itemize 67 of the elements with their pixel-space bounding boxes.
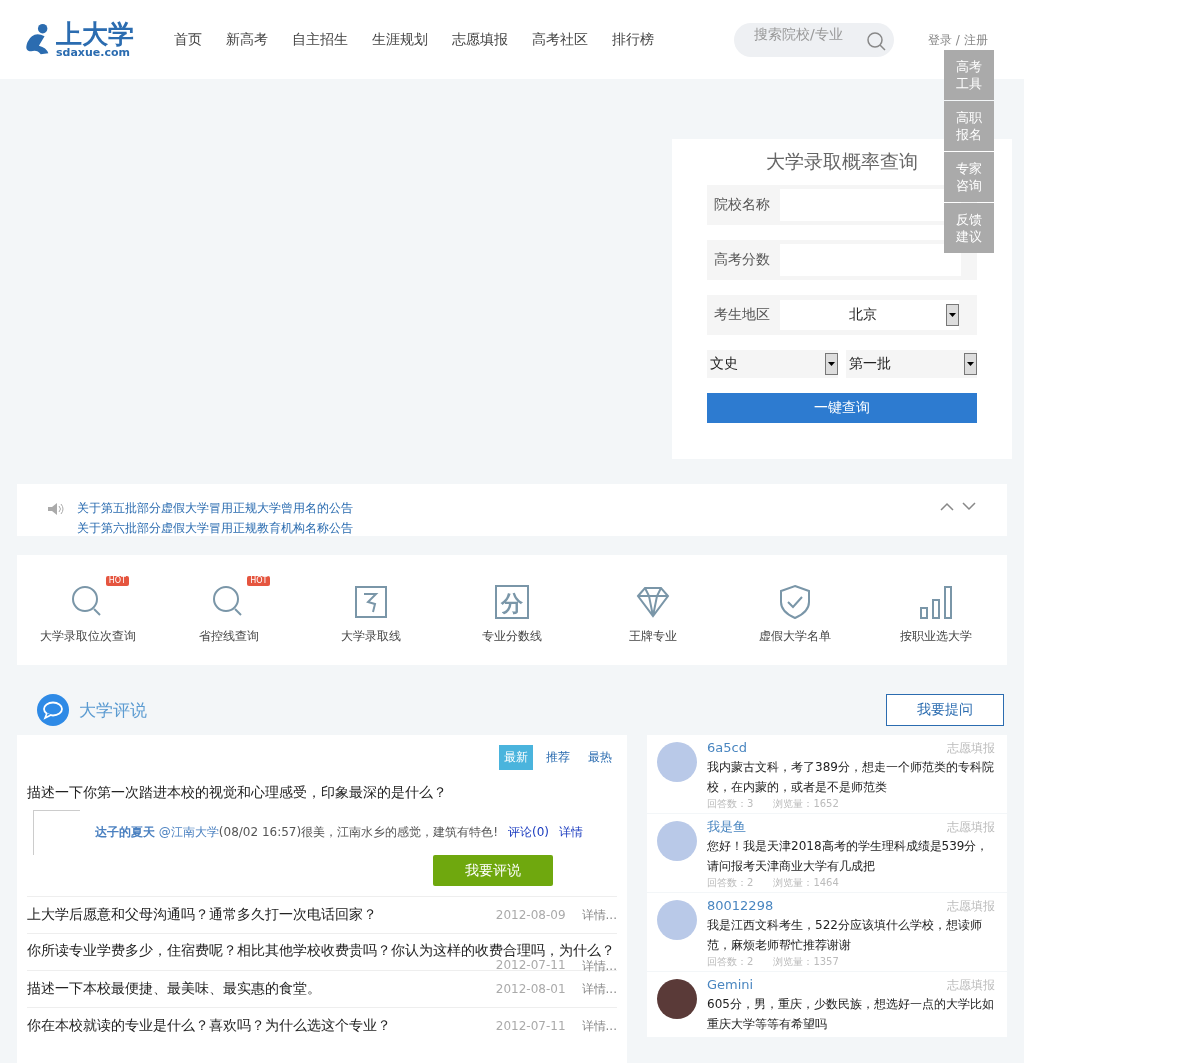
field-label: 院校名称 xyxy=(714,196,771,214)
category-label: 志愿填报 xyxy=(947,819,995,836)
nav-link[interactable]: 高考社区 xyxy=(532,30,588,49)
view-count: 浏览量：1357 xyxy=(773,955,839,968)
question-text: 您好！我是天津2018高考的学生理科成绩是539分，请问报考天津商业大学有几成把 xyxy=(707,838,990,875)
search-field[interactable]: 搜索院校/专业 xyxy=(734,22,894,57)
category-label: 志愿填报 xyxy=(947,898,995,915)
logo-url: sdaxue.com xyxy=(56,47,130,58)
sort-tab[interactable]: 推荐 xyxy=(541,745,575,770)
tool-button[interactable]: 大学录取线 xyxy=(310,575,431,645)
nav-link[interactable]: 志愿填报 xyxy=(452,30,508,49)
category-label: 志愿填报 xyxy=(947,977,995,994)
date-text: 2012-08-01 xyxy=(495,982,566,996)
question-link[interactable]: 你所读专业学费多少，住宿费呢？相比其他学校收费贵吗？你认为这样的收费合理吗，为什么？ xyxy=(27,942,615,958)
date-text: 2012-08-09 xyxy=(495,908,566,922)
details-link[interactable]: 详情... xyxy=(581,1017,617,1035)
question-text: 605分，男，重庆，少数民族，想选好一点的大学比如重庆大学等等有希望吗 xyxy=(707,996,995,1033)
logo-text: 上大学 xyxy=(56,21,134,47)
username-link[interactable]: Gemini xyxy=(707,977,754,994)
tool-button[interactable]: 王牌专业 xyxy=(593,575,714,645)
nav-link[interactable]: 自主招生 xyxy=(292,30,348,49)
hot-badge: HOT xyxy=(105,575,129,586)
notice-link[interactable]: 关于第五批部分虚假大学冒用正规大学曾用名的公告 xyxy=(77,500,939,517)
details-link[interactable]: 详情... xyxy=(581,906,617,924)
username-link[interactable]: 80012298 xyxy=(707,898,774,915)
reply-text: 达子的夏天 @江南大学(08/02 16:57)很美，江南水乡的感觉，建筑有特色! xyxy=(95,824,498,841)
nav-link[interactable]: 新高考 xyxy=(226,30,268,49)
tool-button[interactable]: 按职业选大学 xyxy=(876,575,997,645)
username-link[interactable]: 我是鱼 xyxy=(707,819,746,836)
section-title: 大学评说 xyxy=(79,698,148,722)
dropdown[interactable]: 北京 xyxy=(780,300,959,330)
login-link[interactable]: 登录 / 注册 xyxy=(928,32,988,49)
question-text: 我内蒙古文科，考了389分，想走一个师范类的专科院校，在内蒙的，或者是不是师范类 xyxy=(707,759,995,796)
score-square-icon: 分 xyxy=(493,583,530,620)
details-link[interactable]: 详情... xyxy=(581,980,617,998)
category-label: 志愿填报 xyxy=(947,740,995,757)
nav-link[interactable]: 生涯规划 xyxy=(372,30,428,49)
comments-link[interactable]: 评论(0) xyxy=(508,824,549,841)
date-text: 2012-07-11 xyxy=(495,1019,566,1033)
view-count: 浏览量：1464 xyxy=(773,876,839,889)
nav-link[interactable]: 首页 xyxy=(174,30,202,49)
nav-link[interactable]: 排行榜 xyxy=(612,30,654,49)
field-label: 考生地区 xyxy=(714,306,771,324)
question-text: 描述一下你第一次踏进本校的视觉和心理感受，印象最深的是什么？ xyxy=(27,784,448,802)
hot-badge: HOT xyxy=(247,575,271,586)
ask-question-button[interactable]: 我要提问 xyxy=(886,694,1004,726)
details-link[interactable]: 详情... xyxy=(581,958,617,970)
tool-button[interactable]: 虚假大学名单 xyxy=(734,575,855,645)
question-link[interactable]: 你在本校就读的专业是什么？喜欢吗？为什么选这个专业？ xyxy=(27,1017,391,1035)
notice-link[interactable]: 关于第六批部分虚假大学冒用正规教育机构名称公告 xyxy=(77,520,939,536)
dropdown[interactable]: 第一批 xyxy=(846,350,977,378)
question-link[interactable]: 上大学后愿意和父母沟通吗？通常多久打一次电话回家？ xyxy=(27,906,377,924)
tool-button[interactable]: HOT 省控线查询 xyxy=(169,575,290,645)
dropdown[interactable]: 文史 xyxy=(707,350,838,378)
view-count: 浏览量：1652 xyxy=(773,797,839,810)
tool-button[interactable]: HOT 大学录取位次查询 xyxy=(27,575,148,645)
date-text: 2012-07-11 xyxy=(495,958,566,970)
question-text: 我是江西文科考生，522分应该填什么学校，想读师范，麻烦老师帮忙推荐谢谢 xyxy=(707,917,983,954)
field-label: 高考分数 xyxy=(714,251,771,269)
card-title: 大学录取概率查询 xyxy=(766,149,918,174)
tool-button[interactable]: 分 专业分数线 xyxy=(451,575,572,645)
sort-tab[interactable]: 最热 xyxy=(583,745,617,770)
question-link[interactable]: 描述一下本校最便捷、最美味、最实惠的食堂。 xyxy=(27,980,321,998)
username-link[interactable]: 6a5cd xyxy=(707,740,747,757)
query-button[interactable]: 一键查询 xyxy=(707,393,977,423)
detail-link[interactable]: 详情 xyxy=(559,824,583,841)
school-link[interactable]: @江南大学 xyxy=(158,825,219,839)
